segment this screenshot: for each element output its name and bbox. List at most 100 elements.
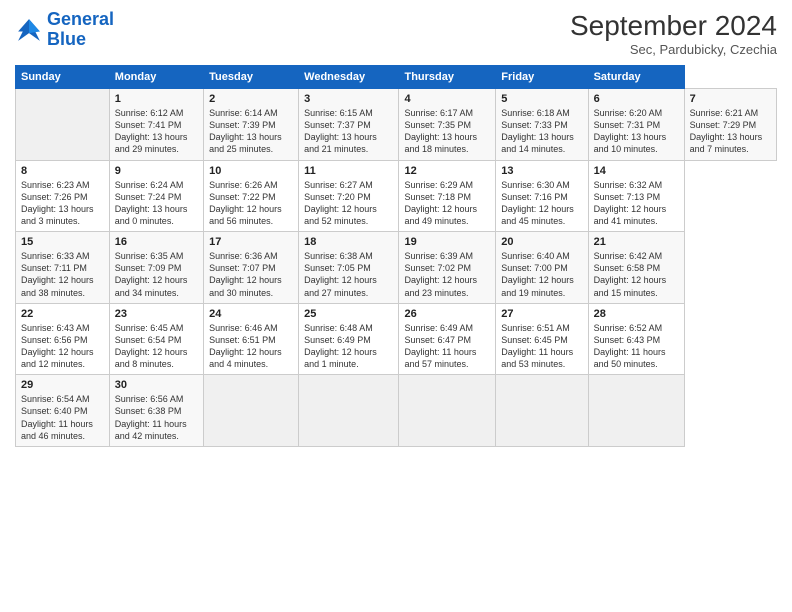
logo: General Blue	[15, 10, 114, 50]
day-number: 6	[594, 93, 679, 105]
calendar-cell: 24 Sunrise: 6:46 AM Sunset: 6:51 PM Dayli…	[204, 303, 299, 375]
day-number: 21	[594, 236, 679, 248]
calendar-cell: 9 Sunrise: 6:24 AM Sunset: 7:24 PM Daylig…	[109, 160, 203, 232]
calendar-cell: 22 Sunrise: 6:43 AM Sunset: 6:56 PM Dayli…	[16, 303, 110, 375]
calendar-header-row: SundayMondayTuesdayWednesdayThursdayFrid…	[16, 66, 777, 89]
calendar-cell: 17 Sunrise: 6:36 AM Sunset: 7:07 PM Dayli…	[204, 232, 299, 304]
day-header: Thursday	[399, 66, 496, 89]
calendar-cell: 10 Sunrise: 6:26 AM Sunset: 7:22 PM Dayli…	[204, 160, 299, 232]
day-number: 3	[304, 93, 393, 105]
calendar-cell: 5 Sunrise: 6:18 AM Sunset: 7:33 PM Daylig…	[496, 89, 588, 161]
calendar-cell	[204, 375, 299, 447]
logo-line2: Blue	[47, 29, 86, 49]
calendar-cell: 23 Sunrise: 6:45 AM Sunset: 6:54 PM Dayli…	[109, 303, 203, 375]
day-number: 26	[404, 308, 490, 320]
day-number: 19	[404, 236, 490, 248]
calendar-cell: 18Sunrise: 6:38 AM Sunset: 7:05 PM Dayli…	[299, 232, 399, 304]
day-header: Sunday	[16, 66, 110, 89]
day-header: Saturday	[588, 66, 684, 89]
day-info: Sunrise: 6:48 AM Sunset: 6:49 PM Dayligh…	[304, 322, 393, 371]
day-number: 27	[501, 308, 582, 320]
day-info: Sunrise: 6:24 AM Sunset: 7:24 PM Dayligh…	[115, 179, 198, 228]
day-info: Sunrise: 6:49 AM Sunset: 6:47 PM Dayligh…	[404, 322, 490, 371]
day-number: 25	[304, 308, 393, 320]
day-number: 8	[21, 165, 104, 177]
page: General Blue September 2024 Sec, Pardubi…	[0, 0, 792, 612]
day-info: Sunrise: 6:32 AM Sunset: 7:13 PM Dayligh…	[594, 179, 679, 228]
calendar-cell: 19 Sunrise: 6:39 AM Sunset: 7:02 PM Dayli…	[399, 232, 496, 304]
day-info: Sunrise: 6:43 AM Sunset: 6:56 PM Dayligh…	[21, 322, 104, 371]
day-header: Tuesday	[204, 66, 299, 89]
day-info: Sunrise: 6:45 AM Sunset: 6:54 PM Dayligh…	[115, 322, 198, 371]
day-number: 28	[594, 308, 679, 320]
day-header: Wednesday	[299, 66, 399, 89]
calendar-cell: 11Sunrise: 6:27 AM Sunset: 7:20 PM Dayli…	[299, 160, 399, 232]
calendar-cell: 2 Sunrise: 6:14 AM Sunset: 7:39 PM Daylig…	[204, 89, 299, 161]
day-info: Sunrise: 6:35 AM Sunset: 7:09 PM Dayligh…	[115, 250, 198, 299]
day-info: Sunrise: 6:33 AM Sunset: 7:11 PM Dayligh…	[21, 250, 104, 299]
day-number: 24	[209, 308, 293, 320]
calendar-week-row: 15 Sunrise: 6:33 AM Sunset: 7:11 PM Dayli…	[16, 232, 777, 304]
logo-line1: General	[47, 9, 114, 29]
day-number: 15	[21, 236, 104, 248]
day-info: Sunrise: 6:51 AM Sunset: 6:45 PM Dayligh…	[501, 322, 582, 371]
day-number: 17	[209, 236, 293, 248]
calendar-cell: 27 Sunrise: 6:51 AM Sunset: 6:45 PM Dayli…	[496, 303, 588, 375]
calendar-cell: 3 Sunrise: 6:15 AM Sunset: 7:37 PM Daylig…	[299, 89, 399, 161]
calendar-body: 1 Sunrise: 6:12 AM Sunset: 7:41 PM Daylig…	[16, 89, 777, 447]
day-info: Sunrise: 6:12 AM Sunset: 7:41 PM Dayligh…	[115, 107, 198, 156]
day-number: 14	[594, 165, 679, 177]
calendar-cell: 12Sunrise: 6:29 AM Sunset: 7:18 PM Dayli…	[399, 160, 496, 232]
day-number: 11	[304, 165, 393, 177]
calendar-cell	[588, 375, 684, 447]
day-info: Sunrise: 6:18 AM Sunset: 7:33 PM Dayligh…	[501, 107, 582, 156]
calendar-cell: 6 Sunrise: 6:20 AM Sunset: 7:31 PM Daylig…	[588, 89, 684, 161]
day-number: 22	[21, 308, 104, 320]
calendar-cell: 30Sunrise: 6:56 AM Sunset: 6:38 PM Dayli…	[109, 375, 203, 447]
day-info: Sunrise: 6:36 AM Sunset: 7:07 PM Dayligh…	[209, 250, 293, 299]
day-number: 23	[115, 308, 198, 320]
logo-icon	[15, 16, 43, 44]
day-number: 18	[304, 236, 393, 248]
day-header: Monday	[109, 66, 203, 89]
day-number: 29	[21, 379, 104, 391]
day-info: Sunrise: 6:56 AM Sunset: 6:38 PM Dayligh…	[115, 393, 198, 442]
calendar-cell: 7Sunrise: 6:21 AM Sunset: 7:29 PM Daylig…	[684, 89, 776, 161]
day-number: 12	[404, 165, 490, 177]
calendar-cell: 14 Sunrise: 6:32 AM Sunset: 7:13 PM Dayli…	[588, 160, 684, 232]
day-info: Sunrise: 6:21 AM Sunset: 7:29 PM Dayligh…	[690, 107, 771, 156]
calendar-cell: 29 Sunrise: 6:54 AM Sunset: 6:40 PM Dayli…	[16, 375, 110, 447]
day-info: Sunrise: 6:42 AM Sunset: 6:58 PM Dayligh…	[594, 250, 679, 299]
logo-text: General Blue	[47, 10, 114, 50]
calendar-cell: 28Sunrise: 6:52 AM Sunset: 6:43 PM Dayli…	[588, 303, 684, 375]
day-number: 16	[115, 236, 198, 248]
day-info: Sunrise: 6:46 AM Sunset: 6:51 PM Dayligh…	[209, 322, 293, 371]
calendar-cell	[16, 89, 110, 161]
day-info: Sunrise: 6:40 AM Sunset: 7:00 PM Dayligh…	[501, 250, 582, 299]
calendar-cell: 15 Sunrise: 6:33 AM Sunset: 7:11 PM Dayli…	[16, 232, 110, 304]
day-info: Sunrise: 6:14 AM Sunset: 7:39 PM Dayligh…	[209, 107, 293, 156]
day-header: Friday	[496, 66, 588, 89]
day-info: Sunrise: 6:20 AM Sunset: 7:31 PM Dayligh…	[594, 107, 679, 156]
calendar-cell: 16 Sunrise: 6:35 AM Sunset: 7:09 PM Dayli…	[109, 232, 203, 304]
calendar-cell: 4Sunrise: 6:17 AM Sunset: 7:35 PM Daylig…	[399, 89, 496, 161]
day-number: 10	[209, 165, 293, 177]
day-info: Sunrise: 6:54 AM Sunset: 6:40 PM Dayligh…	[21, 393, 104, 442]
calendar-cell	[496, 375, 588, 447]
day-number: 5	[501, 93, 582, 105]
location-subtitle: Sec, Pardubicky, Czechia	[570, 42, 777, 57]
calendar-cell: 20 Sunrise: 6:40 AM Sunset: 7:00 PM Dayli…	[496, 232, 588, 304]
day-number: 9	[115, 165, 198, 177]
day-number: 20	[501, 236, 582, 248]
title-block: September 2024 Sec, Pardubicky, Czechia	[570, 10, 777, 57]
day-info: Sunrise: 6:15 AM Sunset: 7:37 PM Dayligh…	[304, 107, 393, 156]
day-number: 2	[209, 93, 293, 105]
day-info: Sunrise: 6:39 AM Sunset: 7:02 PM Dayligh…	[404, 250, 490, 299]
day-number: 1	[115, 93, 198, 105]
month-title: September 2024	[570, 10, 777, 42]
calendar-cell: 26 Sunrise: 6:49 AM Sunset: 6:47 PM Dayli…	[399, 303, 496, 375]
day-info: Sunrise: 6:17 AM Sunset: 7:35 PM Dayligh…	[404, 107, 490, 156]
calendar-cell: 25 Sunrise: 6:48 AM Sunset: 6:49 PM Dayli…	[299, 303, 399, 375]
day-info: Sunrise: 6:26 AM Sunset: 7:22 PM Dayligh…	[209, 179, 293, 228]
calendar-cell: 8Sunrise: 6:23 AM Sunset: 7:26 PM Daylig…	[16, 160, 110, 232]
